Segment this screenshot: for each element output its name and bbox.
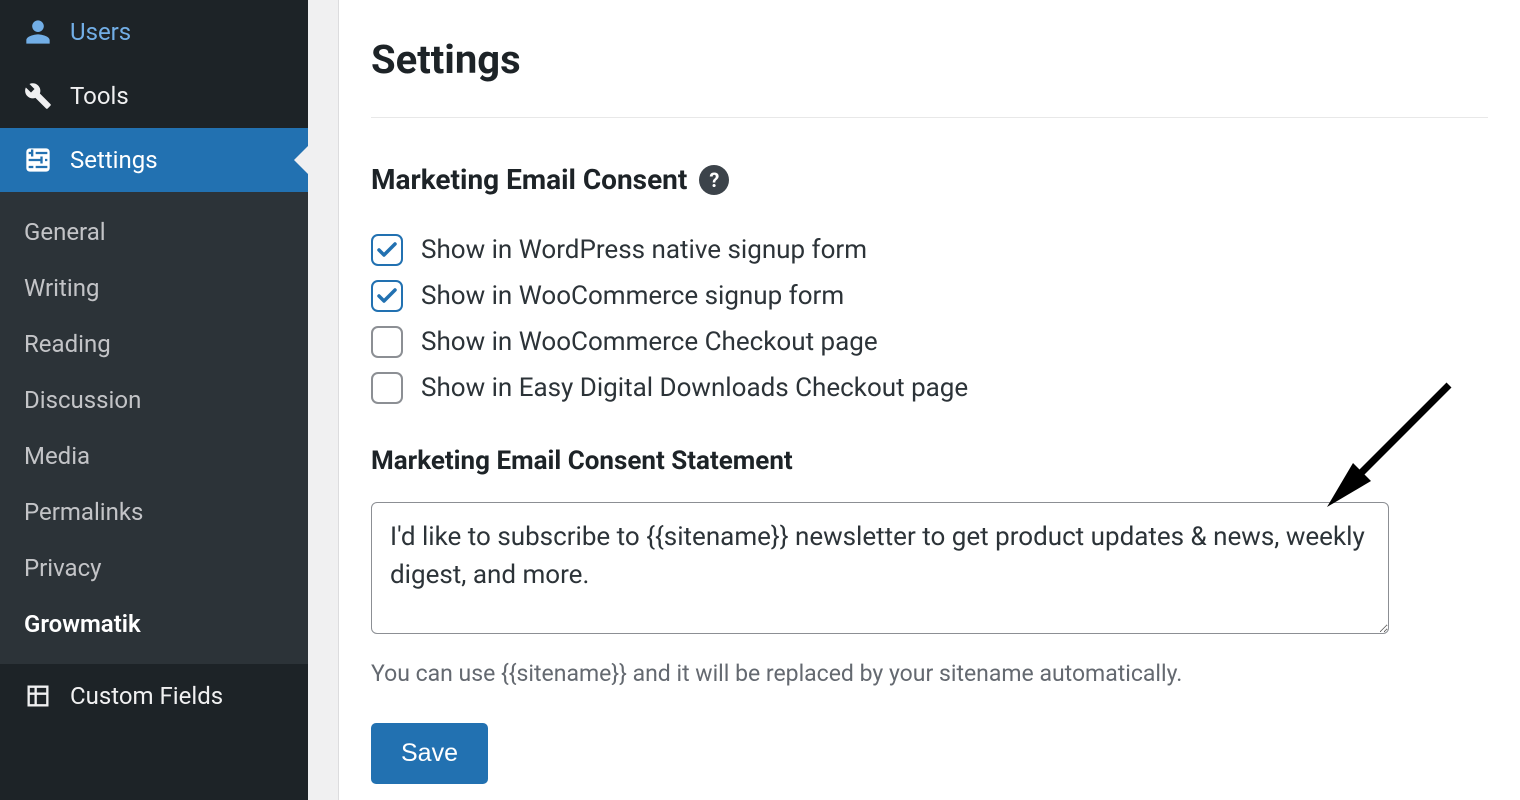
section-heading-row: Marketing Email Consent ? [371, 163, 1488, 196]
checkbox-row-wp-signup: Show in WordPress native signup form [371, 234, 1488, 266]
user-icon [24, 18, 52, 46]
checkbox-label[interactable]: Show in WordPress native signup form [421, 235, 867, 265]
admin-sidebar: Users Tools Settings General Writing Rea… [0, 0, 308, 800]
submenu-writing[interactable]: Writing [0, 260, 308, 316]
save-button[interactable]: Save [371, 723, 488, 784]
checkbox-edd-checkout[interactable] [371, 372, 403, 404]
checkbox-row-edd-checkout: Show in Easy Digital Downloads Checkout … [371, 372, 1488, 404]
settings-submenu: General Writing Reading Discussion Media… [0, 192, 308, 664]
section-heading: Marketing Email Consent [371, 163, 687, 196]
sidebar-item-settings[interactable]: Settings [0, 128, 308, 192]
wrench-icon [24, 82, 52, 110]
submenu-discussion[interactable]: Discussion [0, 372, 308, 428]
page-title: Settings [371, 0, 1488, 118]
checkbox-woo-signup[interactable] [371, 280, 403, 312]
sidebar-item-custom-fields[interactable]: Custom Fields [0, 664, 308, 728]
sliders-icon [24, 146, 52, 174]
grid-icon [24, 682, 52, 710]
sidebar-item-tools[interactable]: Tools [0, 64, 308, 128]
checkbox-wp-signup[interactable] [371, 234, 403, 266]
submenu-media[interactable]: Media [0, 428, 308, 484]
help-icon[interactable]: ? [699, 165, 729, 195]
statement-heading: Marketing Email Consent Statement [371, 446, 1488, 476]
submenu-privacy[interactable]: Privacy [0, 540, 308, 596]
submenu-growmatik[interactable]: Growmatik [0, 596, 308, 652]
submenu-general[interactable]: General [0, 204, 308, 260]
main-content: Settings Marketing Email Consent ? Show … [338, 0, 1520, 800]
sidebar-item-label: Tools [70, 82, 129, 110]
checkbox-label[interactable]: Show in WooCommerce Checkout page [421, 327, 878, 357]
sidebar-item-label: Users [70, 18, 131, 46]
checkbox-row-woo-signup: Show in WooCommerce signup form [371, 280, 1488, 312]
checkbox-label[interactable]: Show in WooCommerce signup form [421, 281, 844, 311]
checkbox-woo-checkout[interactable] [371, 326, 403, 358]
sidebar-item-label: Custom Fields [70, 682, 223, 710]
checkbox-label[interactable]: Show in Easy Digital Downloads Checkout … [421, 373, 968, 403]
sidebar-item-label: Settings [70, 146, 158, 174]
consent-statement-textarea[interactable] [371, 502, 1389, 634]
statement-hint: You can use {{sitename}} and it will be … [371, 660, 1488, 687]
sidebar-item-users[interactable]: Users [0, 0, 308, 64]
checkbox-row-woo-checkout: Show in WooCommerce Checkout page [371, 326, 1488, 358]
submenu-permalinks[interactable]: Permalinks [0, 484, 308, 540]
submenu-reading[interactable]: Reading [0, 316, 308, 372]
